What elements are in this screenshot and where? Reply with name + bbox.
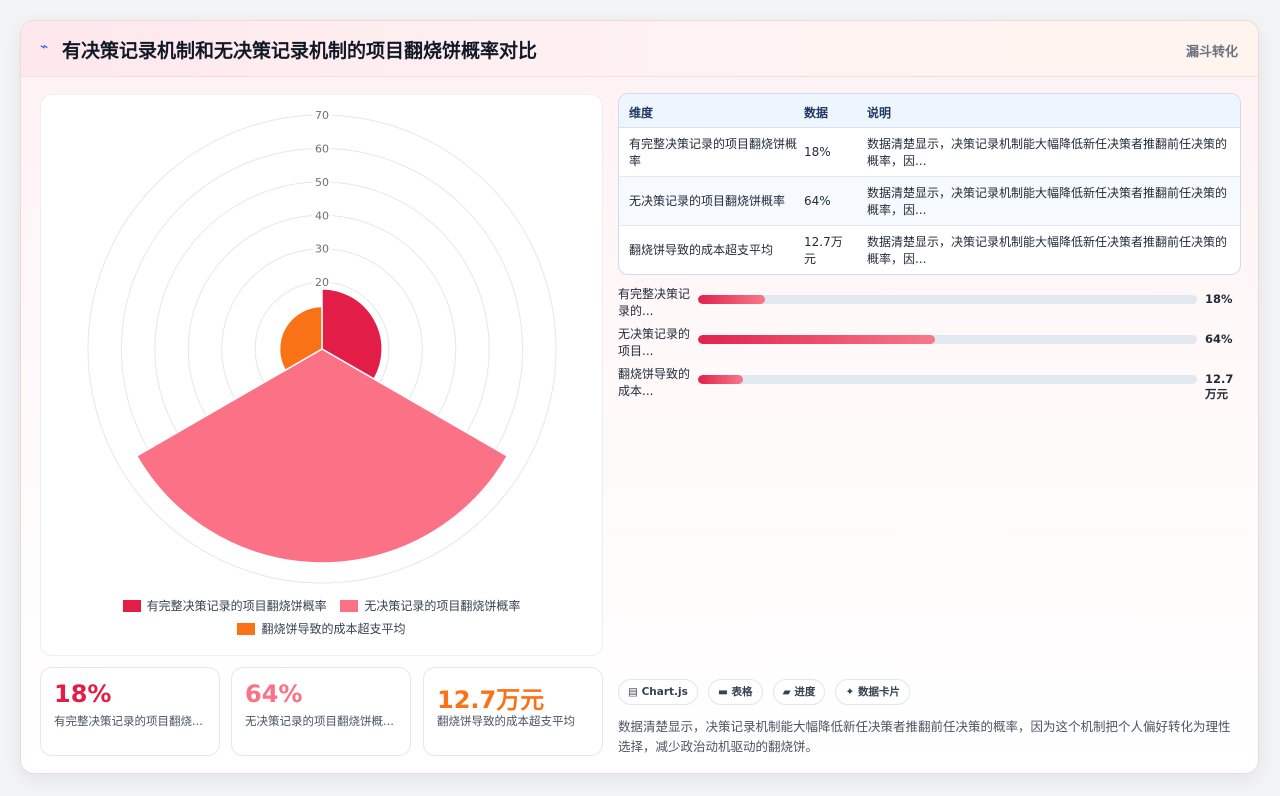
legend-item[interactable]: 无决策记录的项目翻烧饼概率 [340, 597, 520, 614]
radial-tick-label: 70 [315, 109, 329, 122]
table-row: 有完整决策记录的项目翻烧饼概率 18% 数据清楚显示，决策记录机制能大幅降低新任… [619, 128, 1240, 177]
radial-tick-label: 60 [315, 142, 329, 155]
progress-label: 有完整决策记录的... [618, 287, 691, 318]
stat-label: 翻烧饼导致的成本超支平均 [437, 714, 575, 728]
chart-legend: 有完整决策记录的项目翻烧饼概率 无决策记录的项目翻烧饼概率 [41, 597, 602, 615]
legend-swatch [340, 599, 359, 612]
progress-fill [698, 295, 766, 304]
legend-swatch [237, 622, 256, 635]
summary-text: 数据清楚显示，决策记录机制能大幅降低新任决策者推翻前任决策的概率，因为这个机制把… [618, 719, 1231, 754]
legend-label: 无决策记录的项目翻烧饼概率 [364, 599, 521, 613]
chip-progress[interactable]: ▰ 进度 [772, 679, 826, 705]
column-header: 维度 [629, 106, 654, 120]
progress-value: 64% [1205, 332, 1233, 346]
legend-label: 翻烧饼导致的成本超支平均 [261, 622, 406, 636]
progress-row: 有完整决策记录的... 18% [618, 286, 1248, 322]
progress-track [698, 375, 1197, 384]
column-header: 说明 [867, 106, 892, 120]
polar-chart-panel: 20 30 40 50 60 70 有完整决策记录的项目翻烧饼概率 无决策记录的项目翻烧饼… [40, 94, 603, 656]
radial-tick-label: 50 [315, 176, 329, 189]
cell-value: 18% [804, 145, 831, 159]
progress-row: 翻烧饼导致的成本... 12.7万元 [618, 366, 1248, 402]
cell-dimension: 无决策记录的项目翻烧饼概率 [629, 194, 786, 208]
progress-fill [698, 375, 743, 384]
cell-dimension: 翻烧饼导致的成本超支平均 [629, 243, 774, 257]
progress-label: 翻烧饼导致的成本... [618, 367, 691, 398]
spark-icon: ⌁ [40, 39, 49, 55]
table-row: 无决策记录的项目翻烧饼概率 64% 数据清楚显示，决策记录机制能大幅降低新任决策… [619, 177, 1240, 226]
legend-swatch [122, 599, 141, 612]
card-header: ⌁ 有决策记录机制和无决策记录机制的项目翻烧饼概率对比 漏斗转化 [21, 21, 1258, 77]
progress-track [698, 335, 1197, 344]
stat-card: 12.7万元 翻烧饼导致的成本超支平均 [423, 667, 603, 756]
chip-chartjs[interactable]: ▤ Chart.js [618, 679, 698, 705]
stat-card: 64% 无决策记录的项目翻烧饼概... [231, 667, 411, 756]
stat-value: 18% [54, 680, 112, 708]
cell-value: 64% [804, 194, 831, 208]
chart-legend-row-2: 翻烧饼导致的成本超支平均 [41, 620, 602, 638]
stat-label: 无决策记录的项目翻烧饼概... [245, 714, 394, 728]
category-tag: 漏斗转化 [1185, 45, 1238, 60]
cell-description: 数据清楚显示，决策记录机制能大幅降低新任决策者推翻前任决策的概率，因... [867, 235, 1228, 266]
stat-label: 有完整决策记录的项目翻烧... [54, 714, 203, 728]
progress-row: 无决策记录的项目... 64% [618, 326, 1248, 362]
progress-value: 18% [1205, 292, 1233, 306]
data-table: 维度 数据 说明 有完整决策记录的项目翻烧饼概率 18% 数据清楚显示，决策记录… [618, 93, 1241, 275]
chip-data-card[interactable]: ✦ 数据卡片 [835, 679, 910, 705]
radial-tick-label: 30 [315, 243, 329, 256]
dashboard-card: ⌁ 有决策记录机制和无决策记录机制的项目翻烧饼概率对比 漏斗转化 20 30 40 5… [20, 20, 1259, 774]
cell-value: 12.7万元 [804, 235, 843, 266]
progress-fill [698, 335, 936, 344]
stat-value: 12.7万元 [437, 686, 545, 714]
column-header: 数据 [804, 106, 829, 120]
radial-tick-label: 40 [315, 209, 329, 222]
table-header: 维度 数据 说明 [619, 94, 1240, 128]
legend-item[interactable]: 有完整决策记录的项目翻烧饼概率 [122, 597, 327, 614]
legend-item[interactable]: 翻烧饼导致的成本超支平均 [237, 620, 406, 637]
radial-tick-label: 20 [315, 276, 329, 289]
progress-track [698, 295, 1197, 304]
cell-description: 数据清楚显示，决策记录机制能大幅降低新任决策者推翻前任决策的概率，因... [867, 186, 1228, 217]
legend-label: 有完整决策记录的项目翻烧饼概率 [146, 599, 327, 613]
progress-label: 无决策记录的项目... [618, 327, 691, 358]
stat-value: 64% [245, 680, 303, 708]
tech-chips: ▤ Chart.js ▬ 表格 ▰ 进度 ✦ 数据卡片 [618, 679, 915, 705]
polar-area-chart: 20 30 40 50 60 70 [87, 108, 557, 584]
table-row: 翻烧饼导致的成本超支平均 12.7万元 数据清楚显示，决策记录机制能大幅降低新任… [619, 226, 1240, 274]
stat-card: 18% 有完整决策记录的项目翻烧... [40, 667, 220, 756]
chip-table[interactable]: ▬ 表格 [707, 679, 763, 705]
progress-value: 12.7万元 [1205, 372, 1234, 401]
cell-description: 数据清楚显示，决策记录机制能大幅降低新任决策者推翻前任决策的概率，因... [867, 137, 1228, 168]
page-title: 有决策记录机制和无决策记录机制的项目翻烧饼概率对比 [62, 40, 538, 62]
cell-dimension: 有完整决策记录的项目翻烧饼概率 [629, 137, 798, 168]
